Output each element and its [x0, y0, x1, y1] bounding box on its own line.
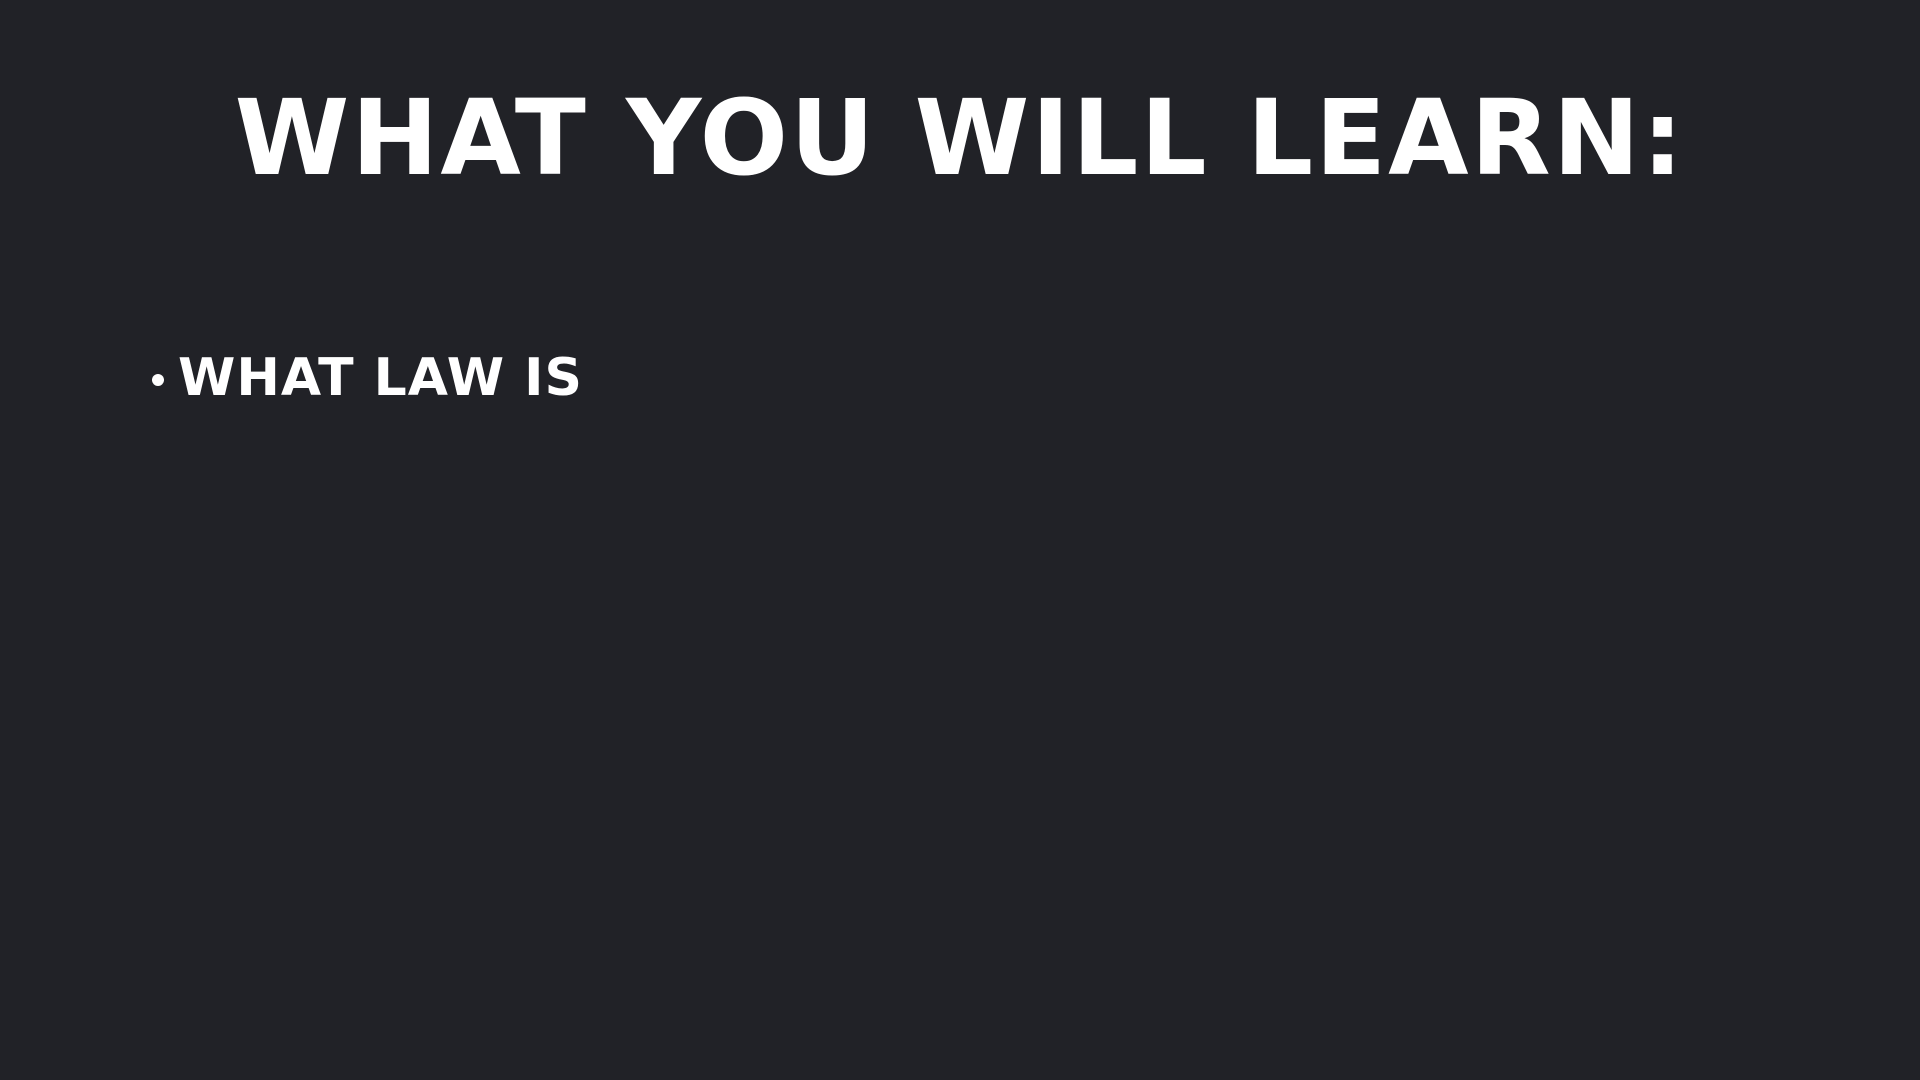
slide: What you will learn: What law is	[0, 0, 1920, 1080]
slide-title: What you will learn:	[234, 77, 1686, 199]
bullet-list: What law is	[152, 346, 583, 410]
bullet-text: What law is	[178, 348, 583, 408]
list-item: What law is	[152, 346, 583, 410]
bullet-dot-icon	[152, 374, 164, 386]
